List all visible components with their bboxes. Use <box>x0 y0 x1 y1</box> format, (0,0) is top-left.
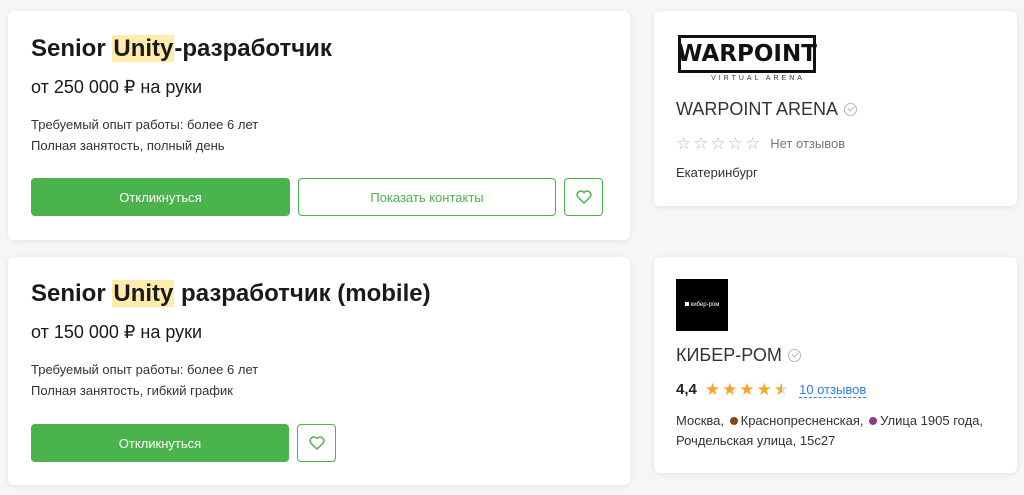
employer-name-link[interactable]: WARPOINT ARENA <box>676 99 858 120</box>
search-highlight: Unity <box>112 35 175 62</box>
employer-city: Екатеринбург <box>676 165 758 180</box>
company-logo[interactable]: кибер-ром <box>676 279 728 331</box>
no-reviews-text: Нет отзывов <box>770 136 846 151</box>
star-empty-icon: ☆ <box>676 134 692 153</box>
employer-name: КИБЕР-РОМ <box>676 345 782 365</box>
city: Москва, <box>676 413 724 428</box>
star-empty-icon: ☆ <box>727 134 743 153</box>
logo-subtext: VIRTUAL ARENA <box>711 75 805 82</box>
rating-row: 4,4 ★ ★ ★ ★ ★ 10 отзывов <box>676 380 867 399</box>
vacancy-schedule: Полная занятость, полный день <box>31 138 225 153</box>
vacancy-title-prefix: Senior <box>31 35 113 62</box>
verified-check-icon <box>787 349 801 362</box>
star-half-icon: ★ <box>773 380 790 399</box>
favorite-button[interactable] <box>297 424 336 462</box>
respond-button[interactable]: Откликнуться <box>31 424 289 462</box>
employer-card: кибер-ром КИБЕР-РОМ 4,4 ★ ★ ★ ★ ★ 10 отз… <box>654 257 1017 473</box>
star-full-icon: ★ <box>756 380 772 399</box>
respond-button[interactable]: Откликнуться <box>31 178 290 216</box>
heart-icon <box>308 436 325 450</box>
star-empty-icon: ☆ <box>745 134 761 153</box>
employer-name: WARPOINT ARENA <box>676 99 839 119</box>
metro-station: Краснопресненская, <box>740 413 864 428</box>
star-full-icon: ★ <box>739 380 755 399</box>
vacancy-experience: Требуемый опыт работы: более 6 лет <box>31 117 259 132</box>
star-full-icon: ★ <box>722 380 738 399</box>
vacancy-experience: Требуемый опыт работы: более 6 лет <box>31 362 259 377</box>
search-highlight: Unity <box>112 280 175 307</box>
vacancy-salary: от 250 000 ₽ на руки <box>31 77 203 97</box>
verified-check-icon <box>844 103 858 116</box>
employer-address: Москва, Краснопресненская, Улица 1905 го… <box>676 411 983 451</box>
metro-station: Улица 1905 года, <box>880 413 984 428</box>
vacancy-card: Senior Unity разработчик (mobile) от 150… <box>8 257 630 485</box>
star-full-icon: ★ <box>704 380 721 399</box>
company-logo[interactable]: WARPOINT VIRTUAL ARENA <box>677 35 818 83</box>
star-empty-icon: ☆ <box>693 134 709 153</box>
logo-text: кибер-ром <box>684 302 719 308</box>
metro-line-dot <box>869 417 878 425</box>
vacancy-title-link[interactable]: Senior Unity разработчик (mobile) <box>31 280 431 308</box>
heart-icon <box>575 190 592 204</box>
vacancy-schedule: Полная занятость, гибкий график <box>31 383 233 398</box>
logo-text: WARPOINT <box>677 35 817 73</box>
metro-line-dot <box>729 417 738 425</box>
vacancy-card: Senior Unity-разработчик от 250 000 ₽ на… <box>8 11 630 240</box>
vacancy-salary: от 150 000 ₽ на руки <box>31 322 203 342</box>
street-address: Рочдельская улица, 15с27 <box>676 433 836 448</box>
vacancy-title-suffix: разработчик (mobile) <box>174 280 431 307</box>
employer-card: WARPOINT VIRTUAL ARENA WARPOINT ARENA ☆ … <box>654 11 1017 206</box>
rating-row: ☆ ☆ ☆ ☆ ☆ Нет отзывов <box>676 135 845 152</box>
favorite-button[interactable] <box>564 178 603 216</box>
show-contacts-button[interactable]: Показать контакты <box>298 178 556 216</box>
vacancy-title-suffix: -разработчик <box>174 35 332 62</box>
employer-name-link[interactable]: КИБЕР-РОМ <box>676 345 801 366</box>
rating-value: 4,4 <box>676 381 697 398</box>
vacancy-title-link[interactable]: Senior Unity-разработчик <box>31 35 332 63</box>
star-empty-icon: ☆ <box>710 134 726 153</box>
vacancy-title-prefix: Senior <box>31 280 113 307</box>
reviews-link[interactable]: 10 отзывов <box>799 382 867 398</box>
